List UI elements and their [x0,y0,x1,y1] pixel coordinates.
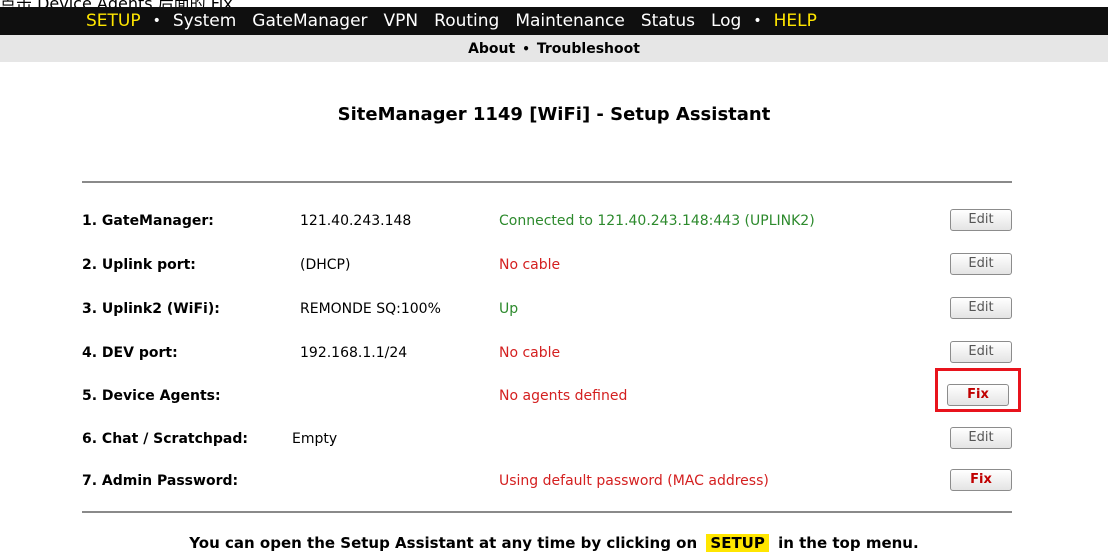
menu-setup[interactable]: SETUP [86,11,141,31]
row-value: 121.40.243.148 [300,213,412,229]
submenu-troubleshoot[interactable]: Troubleshoot [537,41,640,57]
edit-uplink2-button[interactable]: Edit [950,297,1012,319]
row-value: REMONDE SQ:100% [300,301,441,317]
edit-uplink-port-button[interactable]: Edit [950,253,1012,275]
row-chat-scratchpad: 6. Chat / Scratchpad: Empty Edit [82,425,1012,455]
row-dev-port: 4. DEV port: 192.168.1.1/24 No cable Edi… [82,339,1012,369]
row-gatemanager: 1. GateManager: 121.40.243.148 Connected… [82,207,1012,237]
row-status: Up [499,301,519,317]
menu-status[interactable]: Status [641,11,695,31]
edit-chat-button[interactable]: Edit [950,427,1012,449]
menu-vpn[interactable]: VPN [384,11,419,31]
submenu-separator: • [522,41,530,56]
footer-text-before: You can open the Setup Assistant at any … [189,534,698,552]
submenu-about[interactable]: About [468,41,515,57]
sub-menu-bar: About • Troubleshoot [0,35,1108,62]
divider-bottom [82,511,1012,513]
menu-log[interactable]: Log [711,11,741,31]
row-label: 3. Uplink2 (WiFi): [82,301,220,317]
row-label: 6. Chat / Scratchpad: [82,431,248,447]
top-menu-bar: SETUP • System GateManager VPN Routing M… [0,7,1108,35]
page-title: SiteManager 1149 [WiFi] - Setup Assistan… [337,104,771,125]
annotation-highlight-box [935,368,1021,412]
row-status: Connected to 121.40.243.148:443 (UPLINK2… [499,213,815,229]
row-admin-password: 7. Admin Password: Using default passwor… [82,467,1012,497]
menu-separator: • [152,13,161,29]
row-label: 7. Admin Password: [82,473,239,489]
row-device-agents: 5. Device Agents: No agents defined Fix [82,382,1012,412]
row-label: 2. Uplink port: [82,257,196,273]
row-label: 4. DEV port: [82,345,178,361]
row-status: No cable [499,345,561,361]
row-status: No cable [499,257,561,273]
row-status: Using default password (MAC address) [499,473,769,489]
footer-setup-link[interactable]: SETUP [706,534,769,552]
fix-admin-password-button[interactable]: Fix [950,469,1012,491]
row-value: Empty [292,431,338,447]
top-menu: SETUP • System GateManager VPN Routing M… [86,7,833,35]
menu-system[interactable]: System [173,11,236,31]
divider-top [82,181,1012,183]
row-value: (DHCP) [300,257,351,273]
row-status: No agents defined [499,388,628,404]
menu-routing[interactable]: Routing [434,11,499,31]
row-value: 192.168.1.1/24 [300,345,408,361]
row-label: 5. Device Agents: [82,388,221,404]
footer-text-after: in the top menu. [778,534,919,552]
menu-maintenance[interactable]: Maintenance [515,11,624,31]
row-label: 1. GateManager: [82,213,214,229]
menu-help[interactable]: HELP [774,11,817,31]
edit-dev-port-button[interactable]: Edit [950,341,1012,363]
sub-menu: About • Troubleshoot [0,35,1108,62]
menu-separator: • [753,13,762,29]
menu-gatemanager[interactable]: GateManager [252,11,367,31]
row-uplink2-wifi: 3. Uplink2 (WiFi): REMONDE SQ:100% Up Ed… [82,295,1012,325]
edit-gatemanager-button[interactable]: Edit [950,209,1012,231]
footer-hint: You can open the Setup Assistant at any … [0,534,1108,552]
row-uplink-port: 2. Uplink port: (DHCP) No cable Edit [82,251,1012,281]
